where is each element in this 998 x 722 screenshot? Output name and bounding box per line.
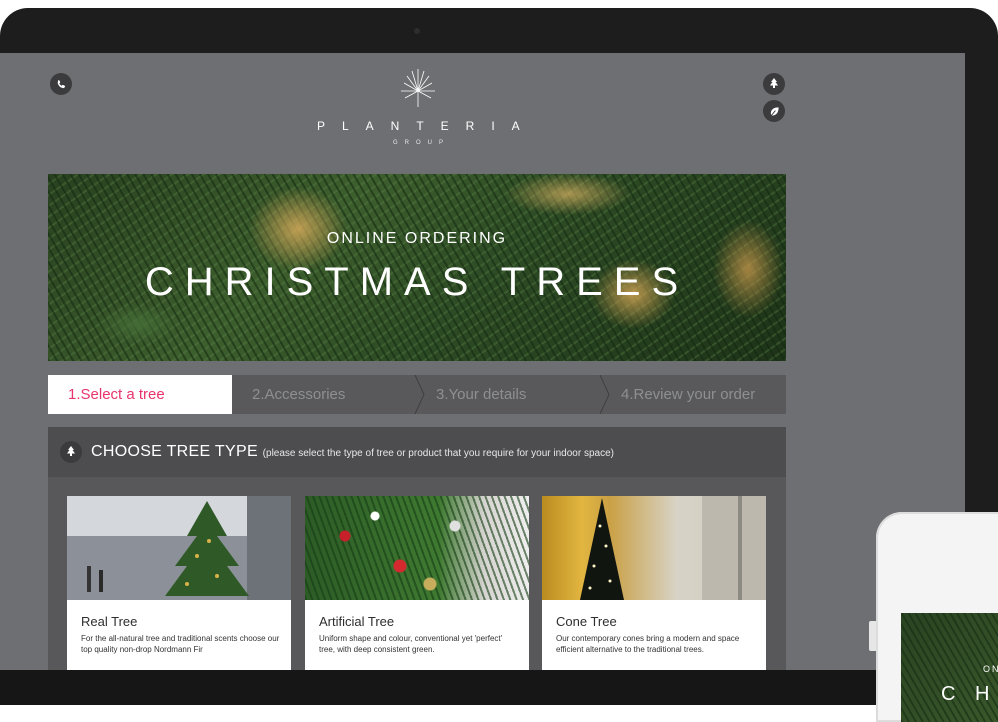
panel-note: (please select the type of tree or produ… xyxy=(262,448,614,459)
phone-hero-subtitle: ON xyxy=(983,664,998,674)
step-label: 2.Accessories xyxy=(252,386,346,403)
step-divider xyxy=(414,375,425,414)
step-accessories[interactable]: 2.Accessories xyxy=(252,375,412,414)
hero-title: CHRISTMAS TREES xyxy=(144,260,690,304)
panel-title-text: CHOOSE TREE TYPE xyxy=(91,443,258,460)
phone-screen: ON C H xyxy=(901,613,998,722)
leaf-icon[interactable] xyxy=(763,100,785,122)
step-label: 3.Your details xyxy=(436,386,527,403)
step-select-tree[interactable]: 1.Select a tree xyxy=(48,375,232,414)
step-divider-active xyxy=(212,375,224,414)
card-cone-tree[interactable]: Cone Tree Our contemporary cones bring a… xyxy=(542,496,766,670)
step-review-order[interactable]: 4.Review your order xyxy=(621,375,786,414)
hero-subtitle: ONLINE ORDERING xyxy=(326,230,508,247)
panel-header: CHOOSE TREE TYPE (please select the type… xyxy=(48,427,786,477)
website-screen: PLANTERIA GROUP ONLINE ORDERING CHRISTMA… xyxy=(0,53,965,670)
step-your-details[interactable]: 3.Your details xyxy=(436,375,606,414)
card-description: Uniform shape and colour, conventional y… xyxy=(319,634,503,654)
card-real-tree[interactable]: Real Tree For the all-natural tree and t… xyxy=(67,496,291,670)
cone-tree-image xyxy=(542,496,766,600)
camera-dot xyxy=(414,28,420,34)
phone-device: ON C H xyxy=(876,512,998,722)
step-label: 1.Select a tree xyxy=(68,386,165,403)
step-divider xyxy=(599,375,610,414)
panel-title: CHOOSE TREE TYPE (please select the type… xyxy=(91,443,614,461)
card-description: Our contemporary cones bring a modern an… xyxy=(556,634,740,654)
card-title: Cone Tree xyxy=(556,614,617,629)
phone-hero-title: C H xyxy=(941,683,997,705)
brand-name: PLANTERIA xyxy=(317,119,537,133)
brand-subtitle: GROUP xyxy=(392,140,450,146)
order-steps: 1.Select a tree 2.Accessories 3.Your det… xyxy=(48,375,786,414)
card-description: For the all-natural tree and traditional… xyxy=(81,634,280,654)
tree-icon xyxy=(60,441,82,463)
tree-type-panel: CHOOSE TREE TYPE (please select the type… xyxy=(48,427,786,670)
palm-logo-icon xyxy=(401,69,435,107)
card-title: Artificial Tree xyxy=(319,614,395,629)
card-title: Real Tree xyxy=(81,614,138,629)
hero-banner: ONLINE ORDERING CHRISTMAS TREES xyxy=(48,174,786,361)
tree-icon[interactable] xyxy=(763,73,785,95)
step-label: 4.Review your order xyxy=(621,386,756,403)
artificial-tree-image xyxy=(305,496,529,600)
card-artificial-tree[interactable]: Artificial Tree Uniform shape and colour… xyxy=(305,496,529,670)
laptop-bottom-bezel xyxy=(0,670,998,705)
phone-icon[interactable] xyxy=(50,73,72,95)
planteria-logo[interactable]: PLANTERIA GROUP xyxy=(300,67,536,146)
real-tree-image xyxy=(67,496,291,600)
